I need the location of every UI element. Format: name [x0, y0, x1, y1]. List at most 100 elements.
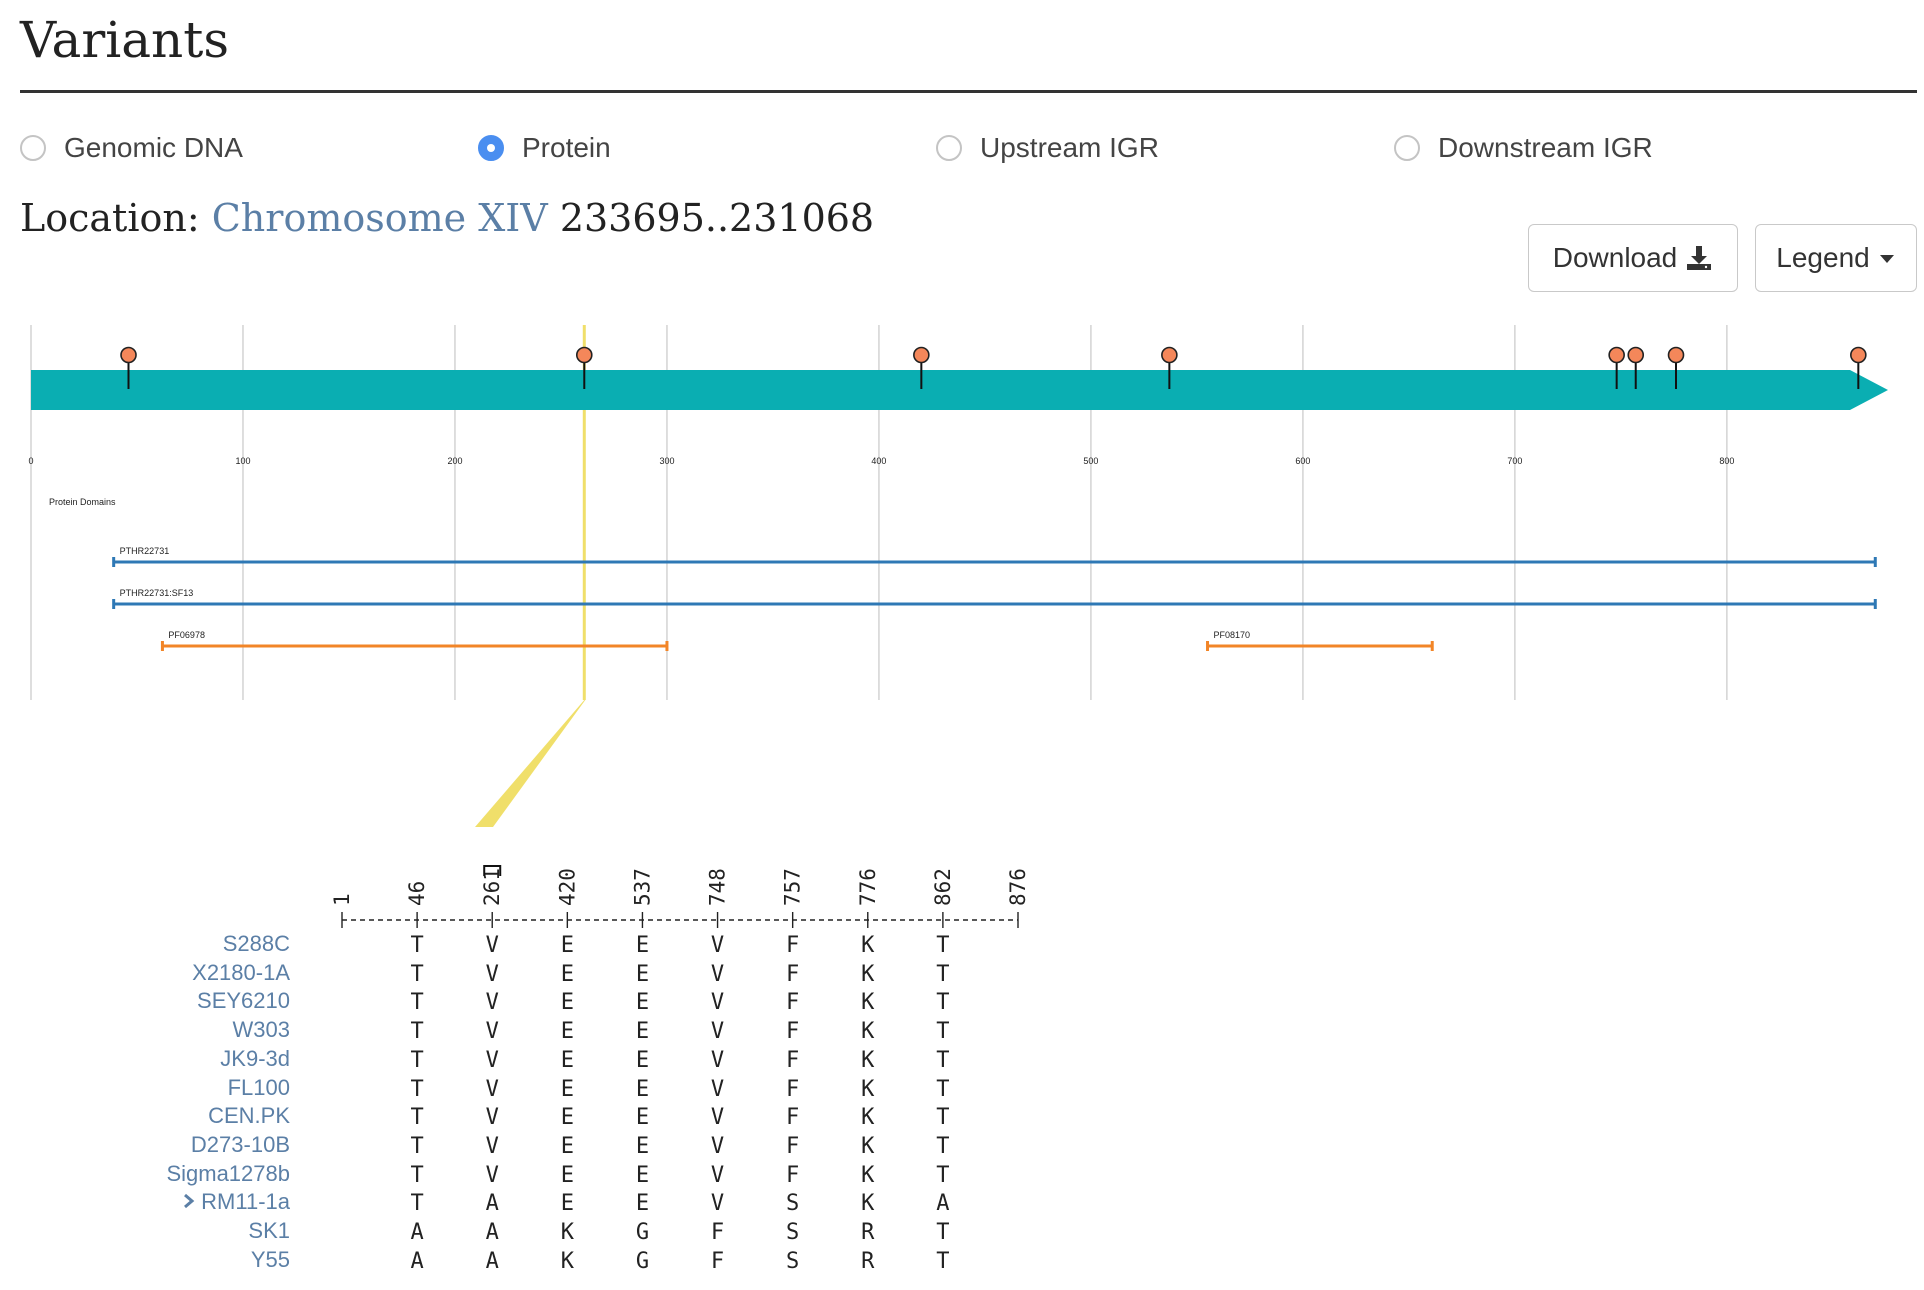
residue-cell: V [485, 1047, 499, 1073]
residue-cell: S [786, 1248, 800, 1274]
residue-cell: V [485, 961, 499, 987]
strain-name: JK9-3d [220, 1045, 290, 1071]
strain-name: X2180-1A [192, 959, 290, 985]
strain-link-rm11-1a[interactable]: RM11-1a [183, 1189, 290, 1215]
residue-cell: E [560, 1162, 574, 1188]
residue-cell: E [560, 990, 574, 1016]
strain-link-fl100[interactable]: FL100 [228, 1075, 290, 1101]
radio-button[interactable] [936, 135, 962, 161]
radio-option-genomic-dna[interactable]: Genomic DNA [20, 132, 243, 164]
residue-cell: R [861, 1220, 875, 1245]
residue-cell: T [410, 1133, 424, 1159]
title-divider [20, 90, 1917, 93]
page-title: Variants [20, 11, 229, 69]
radio-label: Protein [522, 132, 611, 163]
caret-down-icon [1878, 249, 1896, 267]
protein-domain-pthr22731[interactable]: PTHR22731 [112, 546, 1877, 567]
legend-button[interactable]: Legend [1755, 224, 1917, 292]
residue-cell: E [560, 1019, 574, 1045]
residue-cell: V [710, 1047, 725, 1073]
residue-cell: E [635, 1076, 650, 1102]
residue-cell: E [635, 1019, 650, 1045]
chevron-right-icon[interactable] [183, 1189, 195, 1215]
protein-bar [31, 370, 1888, 410]
radio-button[interactable] [1394, 135, 1420, 161]
residue-cell: G [635, 1248, 650, 1274]
axis-tick-label: 800 [1719, 456, 1734, 466]
residue-cell: T [936, 1248, 950, 1274]
strain-link-jk9-3d[interactable]: JK9-3d [220, 1046, 290, 1072]
domain-label: PTHR22731 [120, 546, 170, 556]
location-line: Location: Chromosome XIV 233695..231068 [20, 196, 874, 240]
axis-tick-label: 400 [871, 456, 886, 466]
download-icon [1685, 244, 1713, 272]
strain-link-w303[interactable]: W303 [233, 1017, 290, 1043]
residue-cell: V [710, 1076, 725, 1102]
residue-cell: K [560, 1248, 574, 1274]
residue-cell: S [786, 1220, 800, 1245]
strain-link-y55[interactable]: Y55 [251, 1247, 290, 1273]
axis-tick-label: 600 [1295, 456, 1310, 466]
residue-cell: V [710, 1133, 725, 1159]
residue-cell: K [861, 1019, 875, 1045]
protein-variant-viewer: 0 100 200 300 400 500 600 700 800 Protein Domains… [28, 325, 1888, 827]
radio-label: Upstream IGR [980, 132, 1159, 163]
protein-domain-pthr22731-sf13[interactable]: PTHR22731:SF13 [112, 588, 1877, 609]
residue-cell: F [786, 1076, 800, 1102]
alignment-position-label: 537 [630, 868, 654, 906]
strain-link-d273-10b[interactable]: D273-10B [191, 1132, 290, 1158]
residue-cell: K [861, 990, 875, 1016]
strain-name: FL100 [227, 1074, 290, 1100]
alignment-position-label: 776 [856, 868, 880, 906]
residue-cell: E [560, 1105, 574, 1131]
strain-link-sey6210[interactable]: SEY6210 [197, 988, 290, 1014]
residue-cell: V [485, 1019, 499, 1045]
residue-cell: K [560, 1220, 574, 1245]
protein-domains-label: Protein Domains [49, 497, 116, 507]
alignment-position-label: 876 [1006, 868, 1030, 906]
strain-link-cen-pk[interactable]: CEN.PK [208, 1103, 290, 1129]
strain-link-s288c[interactable]: S288C [223, 931, 290, 957]
residue-cell: A [485, 1191, 499, 1217]
strain-name: CEN.PK [208, 1103, 290, 1129]
residue-cell: T [410, 961, 424, 987]
axis-tick-label: 200 [447, 456, 462, 466]
radio-button[interactable] [20, 135, 46, 161]
strain-name: D273-10B [190, 1131, 290, 1157]
radio-option-protein[interactable]: Protein [478, 132, 611, 164]
strain-name: RM11-1a [201, 1189, 290, 1215]
residue-cell: V [485, 1133, 499, 1159]
radio-option-upstream-igr[interactable]: Upstream IGR [936, 132, 1159, 164]
protein-domain-pf08170[interactable]: PF08170 [1206, 630, 1434, 651]
residue-cell: T [410, 990, 424, 1016]
residue-cell: G [635, 1220, 650, 1245]
residue-cell: T [936, 1105, 950, 1131]
radio-option-downstream-igr[interactable]: Downstream IGR [1394, 132, 1653, 164]
residue-cell: V [710, 961, 725, 987]
protein-domain-pf06978[interactable]: PF06978 [160, 630, 669, 651]
domain-label: PTHR22731:SF13 [120, 588, 194, 598]
residue-cell: T [936, 990, 950, 1016]
residue-cell: F [786, 1105, 800, 1131]
residue-cell: E [635, 1191, 650, 1217]
residue-cell: E [635, 1105, 650, 1131]
download-button[interactable]: Download [1528, 224, 1738, 292]
radio-button[interactable] [478, 135, 504, 161]
highlight-connector [475, 700, 586, 827]
residue-cell: F [786, 1047, 800, 1073]
residue-cell: F [786, 933, 800, 958]
residue-cell: T [410, 1047, 424, 1073]
strain-link-sigma1278b[interactable]: Sigma1278b [166, 1161, 290, 1187]
residue-cell: A [936, 1191, 950, 1217]
chromosome-link[interactable]: Chromosome XIV [212, 196, 548, 240]
strain-link-sk1[interactable]: SK1 [248, 1218, 290, 1244]
residue-cell: F [710, 1220, 725, 1245]
strain-link-x2180-1a[interactable]: X2180-1A [192, 960, 290, 986]
residue-cell: E [635, 1047, 650, 1073]
alignment-position-label: 1 [330, 893, 354, 906]
strain-name: Sigma1278b [166, 1160, 290, 1186]
strain-name: S288C [222, 931, 290, 956]
legend-button-label: Legend [1776, 242, 1870, 273]
residue-cell: T [410, 1162, 424, 1188]
strain-name: SK1 [248, 1218, 290, 1243]
